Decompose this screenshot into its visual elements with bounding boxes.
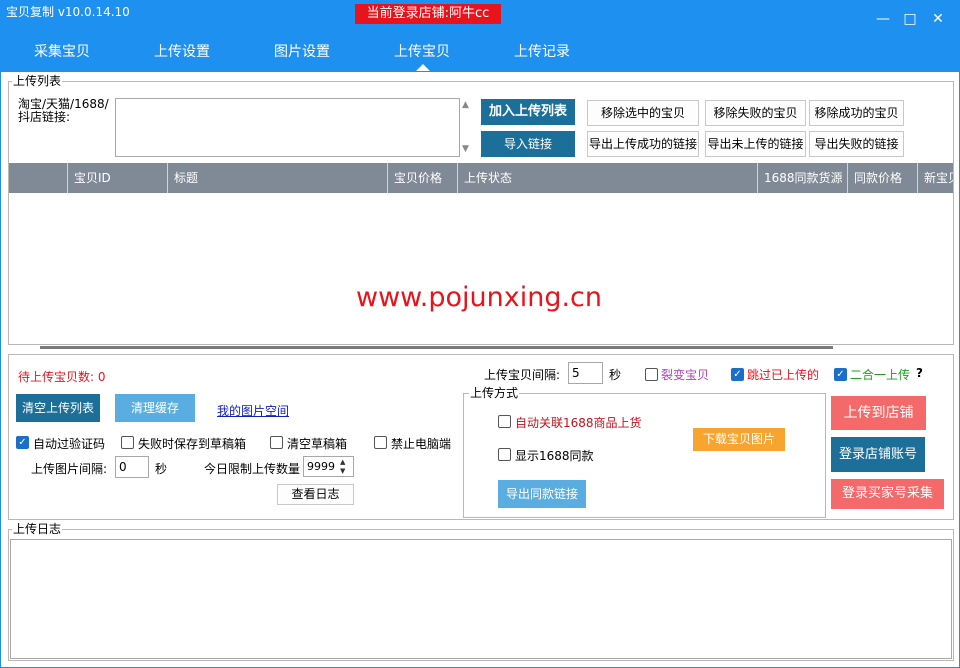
col-header-item-id[interactable]: 宝贝ID — [67, 163, 167, 193]
tab-upload-records[interactable]: 上传记录 — [482, 40, 602, 64]
close-icon[interactable]: ✕ — [927, 8, 949, 30]
log-textarea[interactable] — [10, 539, 952, 659]
horizontal-scrollbar[interactable] — [40, 346, 833, 349]
upload-interval-input[interactable]: 5 — [568, 362, 603, 384]
app-title: 宝贝复制 v10.0.14.10 — [6, 5, 130, 19]
auto-captcha-checkbox[interactable]: ✓ — [16, 436, 29, 449]
scroll-up-icon[interactable]: ▲ — [462, 100, 469, 110]
upload-interval-unit: 秒 — [609, 368, 622, 382]
disable-pc-checkbox[interactable] — [374, 436, 387, 449]
split-checkbox[interactable] — [645, 368, 658, 381]
save-draft-label: 失败时保存到草稿箱 — [138, 437, 247, 451]
col-header-price[interactable]: 宝贝价格 — [387, 163, 457, 193]
skip-uploaded-checkbox[interactable]: ✓ — [731, 368, 744, 381]
export-success-button[interactable]: 导出上传成功的链接 — [587, 131, 699, 157]
help-icon[interactable]: ? — [916, 366, 923, 380]
tab-collect[interactable]: 采集宝贝 — [2, 40, 122, 64]
export-same-links-button[interactable]: 导出同款链接 — [498, 480, 586, 508]
disable-pc-label: 禁止电脑端 — [391, 437, 452, 451]
show-1688-label: 显示1688同款 — [515, 449, 594, 463]
import-links-button[interactable]: 导入链接 — [481, 131, 575, 157]
maximize-icon[interactable]: □ — [899, 8, 921, 30]
upload-interval-label: 上传宝贝间隔: — [484, 368, 561, 382]
grid-header: 宝贝ID 标题 宝贝价格 上传状态 1688同款货源 同款价格 新宝贝 — [9, 163, 953, 193]
download-images-button[interactable]: 下载宝贝图片 — [693, 428, 785, 451]
clear-list-button[interactable]: 清空上传列表 — [16, 394, 100, 422]
image-space-link[interactable]: 我的图片空间 — [217, 402, 289, 419]
auto-link-1688-label: 自动关联1688商品上货 — [515, 416, 642, 430]
export-failed-button[interactable]: 导出失败的链接 — [809, 131, 904, 157]
active-tab-caret-icon — [416, 64, 430, 71]
export-not-uploaded-button[interactable]: 导出未上传的链接 — [705, 131, 806, 157]
skip-uploaded-label: 跳过已上传的 — [747, 368, 820, 382]
remove-success-button[interactable]: 移除成功的宝贝 — [809, 100, 904, 126]
link-label: 淘宝/天猫/1688/抖店链接: — [18, 97, 109, 124]
image-interval-label: 上传图片间隔: — [31, 462, 108, 476]
tab-image-settings[interactable]: 图片设置 — [242, 40, 362, 64]
remove-selected-button[interactable]: 移除选中的宝贝 — [587, 100, 699, 126]
log-title: 上传日志 — [12, 522, 63, 536]
remove-failed-button[interactable]: 移除失败的宝贝 — [705, 100, 806, 126]
add-to-list-button[interactable]: 加入上传列表 — [481, 99, 575, 125]
col-header-title[interactable]: 标题 — [167, 163, 387, 193]
split-label: 裂变宝贝 — [661, 368, 710, 382]
auto-captcha-label: 自动过验证码 — [33, 437, 106, 451]
upload-method-title: 上传方式 — [469, 386, 520, 400]
image-interval-input[interactable]: 0 — [115, 456, 149, 478]
pending-count: 待上传宝贝数: 0 — [18, 370, 106, 384]
tab-upload-settings[interactable]: 上传设置 — [122, 40, 242, 64]
grid-body[interactable] — [9, 193, 953, 344]
stepper-down-icon[interactable]: ▼ — [340, 467, 345, 475]
clear-drafts-checkbox[interactable] — [270, 436, 283, 449]
tab-upload-items[interactable]: 上传宝贝 — [362, 40, 482, 64]
current-shop-banner: 当前登录店铺:阿牛cc — [355, 4, 501, 24]
col-header-same-price[interactable]: 同款价格 — [847, 163, 917, 193]
upload-list-title: 上传列表 — [12, 74, 63, 88]
scroll-down-icon[interactable]: ▼ — [462, 144, 469, 154]
clear-drafts-label: 清空草稿箱 — [287, 437, 348, 451]
image-interval-unit: 秒 — [155, 462, 168, 476]
auto-link-1688-checkbox[interactable] — [498, 415, 511, 428]
daily-limit-label: 今日限制上传数量 — [204, 462, 301, 476]
two-in-one-checkbox[interactable]: ✓ — [834, 368, 847, 381]
col-header-1688-source[interactable]: 1688同款货源 — [757, 163, 847, 193]
upload-to-shop-button[interactable]: 上传到店铺 — [831, 396, 926, 430]
col-header-select[interactable] — [9, 163, 67, 193]
col-header-new-item[interactable]: 新宝贝 — [917, 163, 953, 193]
login-buyer-button[interactable]: 登录买家号采集 — [831, 479, 944, 509]
col-header-status[interactable]: 上传状态 — [457, 163, 757, 193]
watermark: www.pojunxing.cn — [356, 282, 603, 313]
link-textarea[interactable] — [115, 98, 460, 157]
two-in-one-label: 二合一上传 — [850, 368, 911, 382]
minimize-icon[interactable]: — — [872, 8, 894, 30]
daily-limit-input[interactable]: 9999 — [303, 456, 354, 477]
clear-cache-button[interactable]: 清理缓存 — [115, 394, 195, 422]
save-draft-checkbox[interactable] — [121, 436, 134, 449]
show-1688-checkbox[interactable] — [498, 448, 511, 461]
view-log-button[interactable]: 查看日志 — [277, 484, 354, 505]
login-shop-button[interactable]: 登录店铺账号 — [831, 437, 925, 472]
stepper-up-icon[interactable]: ▲ — [340, 458, 345, 466]
